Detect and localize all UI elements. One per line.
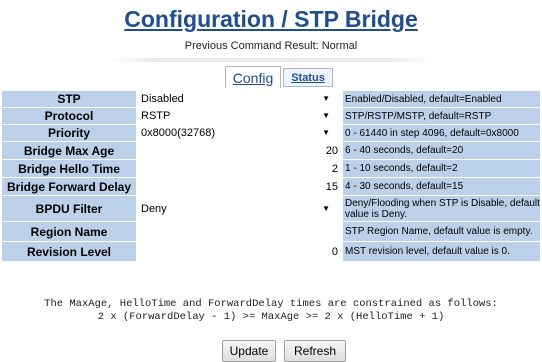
constraint-note-line2: 2 x (ForwardDelay - 1) >= MaxAge >= 2 x …: [97, 311, 445, 323]
table-row: Protocol RSTP ▼ STP/RSTP/MSTP, default=RS…: [1, 107, 541, 125]
table-row: Bridge Max Age 20 6 - 40 seconds, defaul…: [1, 141, 541, 160]
priority-select-value: 0x8000(32768): [141, 127, 216, 139]
bpdu-filter-select-value: Deny: [141, 202, 167, 215]
bpdu-filter-description: Deny/Flooding when STP is Disable, defau…: [342, 195, 541, 222]
forward-delay-label: Bridge Forward Delay: [1, 177, 137, 196]
revision-level-description: MST revision level, default value is 0.: [342, 241, 541, 262]
bpdu-filter-select[interactable]: Deny ▼: [139, 201, 340, 216]
hello-time-description: 1 - 10 seconds, default=2: [342, 159, 541, 178]
max-age-description: 6 - 40 seconds, default=20: [342, 141, 541, 160]
region-name-description: STP Region Name, default value is empty.: [342, 221, 541, 242]
tab-config[interactable]: Config: [225, 66, 281, 88]
table-row: BPDU Filter Deny ▼ Deny/Flooding when STP…: [1, 195, 541, 222]
hello-time-input[interactable]: 2: [139, 162, 340, 176]
chevron-down-icon: ▼: [322, 111, 330, 120]
stp-config-table: STP Disabled ▼ Enabled/Disabled, default=…: [1, 90, 541, 262]
stp-description: Enabled/Disabled, default=Enabled: [342, 90, 541, 108]
max-age-input[interactable]: 20: [139, 144, 340, 158]
refresh-button[interactable]: Refresh: [284, 340, 346, 362]
priority-label: Priority: [1, 124, 137, 142]
tab-status[interactable]: Status: [283, 68, 333, 87]
region-name-input[interactable]: [139, 225, 340, 239]
max-age-label: Bridge Max Age: [1, 141, 137, 160]
chevron-down-icon: ▼: [322, 128, 330, 137]
chevron-down-icon: ▼: [322, 94, 330, 103]
command-result-text: Previous Command Result: Normal: [184, 40, 358, 52]
table-row: Bridge Hello Time 2 1 - 10 seconds, defa…: [1, 159, 541, 178]
constraint-note-line1: The MaxAge, HelloTime and ForwardDelay t…: [44, 298, 498, 310]
page-title: Configuration / STP Bridge: [124, 6, 418, 32]
protocol-select[interactable]: RSTP ▼: [139, 109, 340, 123]
table-row: Revision Level 0 MST revision level, def…: [1, 241, 541, 262]
stp-select[interactable]: Disabled ▼: [139, 92, 340, 106]
protocol-label: Protocol: [1, 107, 137, 125]
region-name-label: Region Name: [1, 221, 137, 242]
hello-time-label: Bridge Hello Time: [1, 159, 137, 178]
priority-select[interactable]: 0x8000(32768) ▼: [139, 126, 340, 140]
bpdu-filter-label: BPDU Filter: [1, 195, 137, 222]
forward-delay-description: 4 - 30 seconds, default=15: [342, 177, 541, 196]
protocol-description: STP/RSTP/MSTP, default=RSTP: [342, 107, 541, 125]
table-row: STP Disabled ▼ Enabled/Disabled, default=…: [1, 90, 541, 108]
priority-description: 0 - 61440 in step 4096, default=0x8000: [342, 124, 541, 142]
forward-delay-input[interactable]: 15: [139, 180, 340, 194]
divider: [108, 58, 434, 62]
chevron-down-icon: ▼: [322, 203, 330, 213]
table-row: Region Name STP Region Name, default val…: [1, 221, 541, 242]
table-row: Bridge Forward Delay 15 4 - 30 seconds, …: [1, 177, 541, 196]
protocol-select-value: RSTP: [141, 110, 171, 122]
revision-level-label: Revision Level: [1, 241, 137, 262]
stp-label: STP: [1, 90, 137, 108]
stp-select-value: Disabled: [141, 93, 184, 105]
update-button[interactable]: Update: [222, 340, 276, 362]
table-row: Priority 0x8000(32768) ▼ 0 - 61440 in ste…: [1, 124, 541, 142]
revision-level-input[interactable]: 0: [139, 245, 340, 259]
